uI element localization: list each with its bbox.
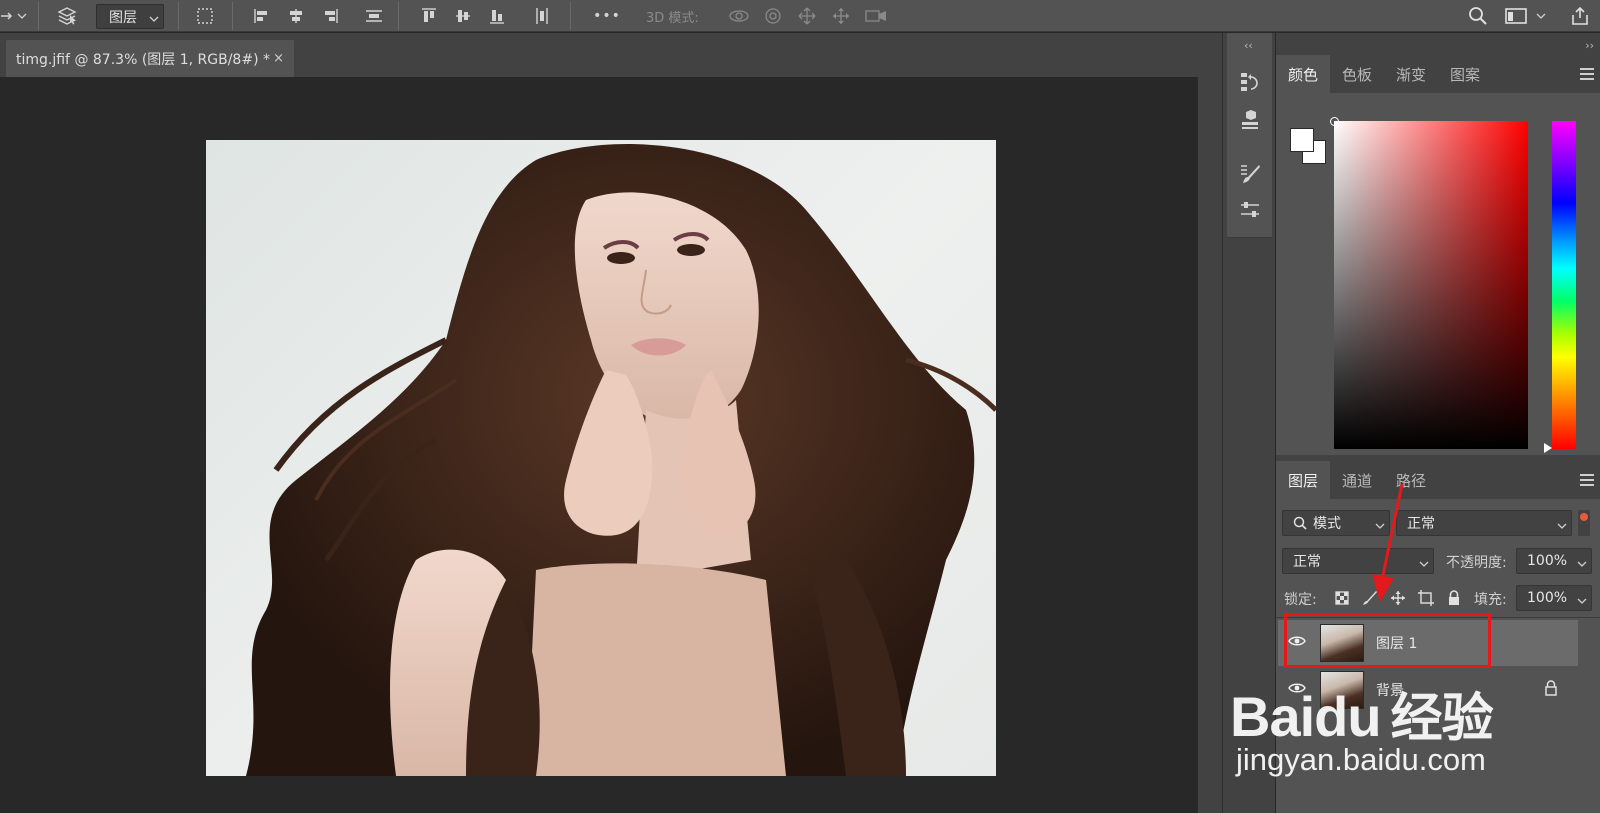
layer-name: 背景 (1376, 683, 1404, 699)
lock-transparent-pixels-icon[interactable] (1332, 588, 1352, 608)
tab-color[interactable]: 颜色 (1276, 55, 1331, 93)
align-bottom-edges-icon[interactable] (485, 4, 509, 28)
color-panel: 颜色 色板 渐变 图案 (1276, 55, 1600, 455)
layer-row-background[interactable]: 背景 (1278, 667, 1578, 713)
tab-gradients[interactable]: 渐变 (1384, 55, 1438, 93)
layers-panel-tabs: 图层 通道 路径 (1276, 461, 1600, 499)
pan-3d-icon[interactable] (795, 4, 819, 28)
separator (398, 2, 399, 30)
portrait-image (246, 144, 996, 776)
more-options-button[interactable]: ••• (592, 4, 622, 28)
chevron-down-icon (1419, 555, 1429, 571)
auto-select-layers-icon[interactable] (55, 4, 79, 28)
history-panel-icon[interactable] (1237, 69, 1263, 95)
roll-3d-icon[interactable] (761, 4, 785, 28)
align-top-edges-icon[interactable] (417, 4, 441, 28)
tab-layers[interactable]: 图层 (1276, 461, 1331, 499)
document-title: timg.jfif @ 87.3% (图层 1, RGB/8#) * (16, 51, 270, 68)
separator (232, 2, 233, 30)
panel-menu-icon[interactable] (1580, 474, 1594, 486)
foreground-color-swatch[interactable] (1290, 128, 1314, 152)
layer-thumbnail (1320, 671, 1364, 709)
visibility-eye-icon[interactable] (1288, 634, 1306, 652)
distribute-horizontal-centers-icon[interactable] (530, 4, 554, 28)
layer-row-layer-1[interactable]: 图层 1 (1278, 620, 1578, 666)
chevron-down-icon (1557, 517, 1567, 533)
slide-3d-icon[interactable] (829, 4, 853, 28)
filter-toggle[interactable] (1578, 510, 1590, 536)
chevron-down-icon (149, 10, 159, 26)
collapse-right-icon[interactable]: ›› (1585, 39, 1594, 52)
color-panel-tabs: 颜色 色板 渐变 图案 (1276, 55, 1600, 93)
chevron-down-icon (1577, 555, 1587, 571)
3d-panel-icon[interactable] (1237, 107, 1263, 133)
document-tab-bar: timg.jfif @ 87.3% (图层 1, RGB/8#) * × (0, 33, 1222, 77)
color-field[interactable] (1334, 121, 1528, 449)
scale-3d-camera-icon[interactable] (864, 4, 888, 28)
lock-label: 锁定: (1284, 592, 1317, 608)
search-icon (1293, 516, 1307, 530)
annotation-arrow (1372, 483, 1404, 602)
vertical-scrollbar[interactable] (1198, 77, 1222, 813)
document-image[interactable] (206, 140, 996, 776)
align-vertical-centers-icon[interactable] (451, 4, 475, 28)
search-icon[interactable] (1466, 4, 1490, 28)
align-right-edges-icon[interactable] (318, 4, 342, 28)
fill-input[interactable]: 100% (1516, 585, 1592, 611)
tool-preset-chevron-down-icon[interactable] (14, 4, 30, 28)
document-tab[interactable]: timg.jfif @ 87.3% (图层 1, RGB/8#) * × (6, 40, 294, 77)
options-bar: 图层 ••• 3D 模式: (0, 0, 1600, 32)
collapse-left-icon[interactable]: ‹‹ (1244, 39, 1253, 52)
tab-patterns[interactable]: 图案 (1438, 55, 1492, 93)
layer-thumbnail (1320, 624, 1364, 662)
visibility-eye-icon[interactable] (1288, 681, 1306, 699)
show-transform-controls-icon[interactable] (193, 4, 217, 28)
blend-mode-dropdown[interactable]: 正常 (1282, 548, 1434, 574)
chevron-down-icon (1577, 592, 1587, 608)
lock-all-icon[interactable] (1444, 588, 1464, 608)
separator (38, 2, 39, 30)
brush-settings-icon[interactable] (1237, 161, 1263, 187)
opacity-label: 不透明度: (1446, 555, 1507, 571)
auto-select-target-dropdown[interactable]: 图层 (96, 4, 164, 29)
layers-panel: 图层 通道 路径 模式 正常 正常 不透明度: 100% 锁定: 填充: 100… (1276, 461, 1600, 813)
orbit-3d-icon[interactable] (727, 4, 751, 28)
share-icon[interactable] (1568, 4, 1592, 28)
fill-label: 填充: (1474, 592, 1507, 608)
align-left-edges-icon[interactable] (250, 4, 274, 28)
distribute-vertical-centers-icon[interactable] (362, 4, 386, 28)
align-horizontal-centers-icon[interactable] (284, 4, 308, 28)
opacity-input[interactable]: 100% (1516, 548, 1592, 574)
mode-3d-label: 3D 模式: (646, 11, 699, 26)
separator (178, 2, 179, 30)
layer-filter-mode[interactable]: 正常 (1396, 510, 1572, 536)
divider (1276, 617, 1600, 618)
panel-dock: 颜色 色板 渐变 图案 图层 通道 路径 模式 正常 正常 不透明度: 100%… (1244, 33, 1600, 813)
collapsed-panel-group (1227, 33, 1272, 238)
hue-slider-marker-icon[interactable] (1544, 443, 1552, 453)
filter-on-indicator-icon (1580, 513, 1588, 521)
workspace-chevron-down-icon[interactable] (1534, 4, 1548, 28)
close-tab-icon[interactable]: × (273, 51, 284, 66)
prevent-auto-nesting-icon[interactable] (1416, 588, 1436, 608)
color-picker-ring[interactable] (1330, 117, 1339, 126)
workspace-icon[interactable] (1504, 4, 1528, 28)
hue-slider[interactable] (1552, 121, 1576, 449)
separator (570, 2, 571, 30)
panel-menu-icon[interactable] (1580, 68, 1594, 80)
adjustments-icon[interactable] (1237, 197, 1263, 223)
layer-lock-icon (1544, 680, 1558, 700)
layer-name: 图层 1 (1376, 636, 1418, 652)
collapsed-panel-column (1222, 33, 1275, 813)
tab-swatches[interactable]: 色板 (1330, 55, 1384, 93)
